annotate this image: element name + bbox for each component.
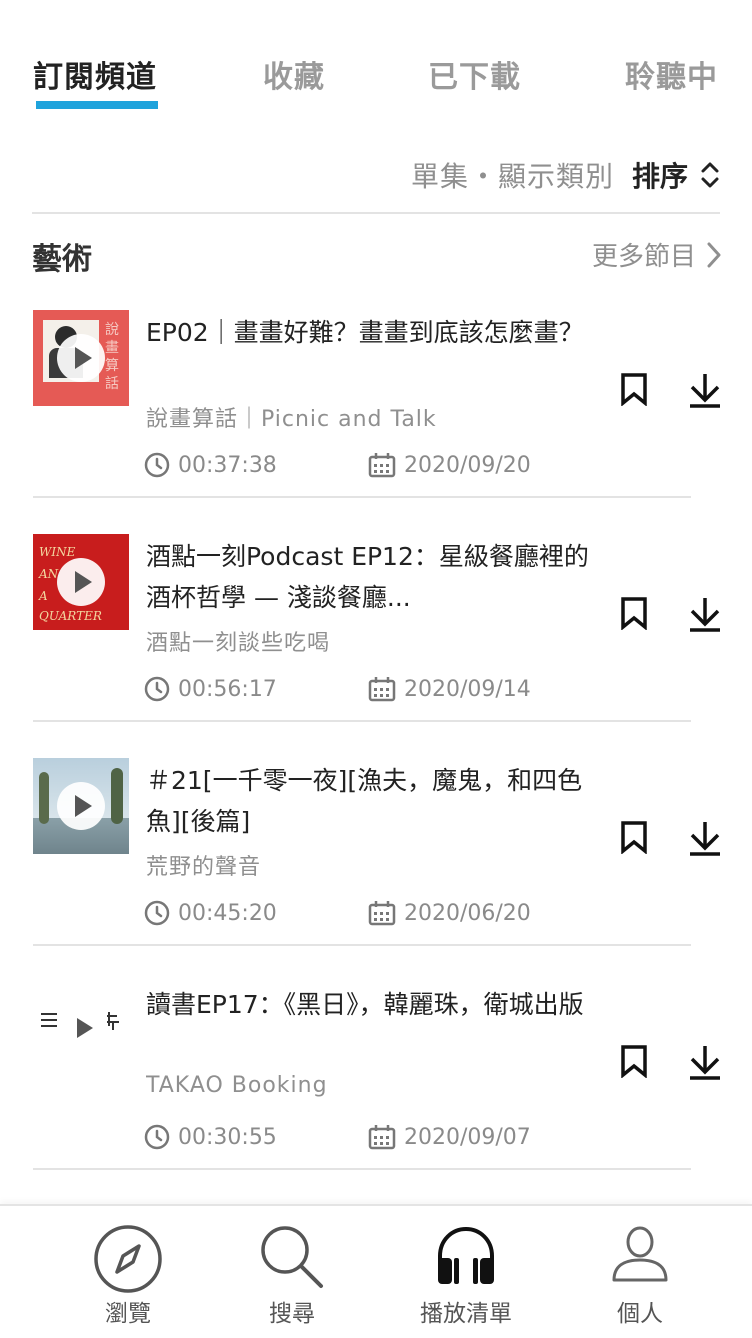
tab-listening[interactable]: 聆聽中 <box>625 52 718 96</box>
episode-duration: 00:45:20 <box>144 900 277 926</box>
bookmark-icon[interactable] <box>620 820 648 854</box>
svg-text:A: A <box>38 589 48 603</box>
play-icon[interactable] <box>57 558 105 606</box>
episode-show-name[interactable]: 說畫算話｜Picnic and Talk <box>146 401 606 433</box>
episode-date: 2020/09/07 <box>368 1124 531 1150</box>
date-text: 2020/09/14 <box>404 676 531 702</box>
nav-search[interactable]: 搜尋 <box>212 1206 372 1338</box>
play-icon[interactable] <box>57 782 105 830</box>
bookmark-icon[interactable] <box>620 1044 648 1078</box>
sort-button[interactable]: 排序 <box>632 155 688 195</box>
episode-row[interactable]: WINE AN A QUARTER 酒點一刻Podcast EP12：星級餐廳裡… <box>0 534 752 758</box>
svg-text:WINE: WINE <box>39 545 76 559</box>
clock-icon <box>144 900 170 926</box>
duration-text: 00:45:20 <box>178 900 277 926</box>
duration-text: 00:56:17 <box>178 676 277 702</box>
date-text: 2020/09/20 <box>404 452 531 478</box>
episode-date: 2020/06/20 <box>368 900 531 926</box>
episode-thumbnail[interactable] <box>33 982 129 1078</box>
episode-title[interactable]: 酒點一刻Podcast EP12：星級餐廳裡的酒杯哲學 — 淺談餐廳... <box>146 536 606 618</box>
episode-row[interactable]: 讀書EP17：《黑日》，韓麗珠，衛城出版 TAKAO Booking 00:30… <box>0 982 752 1206</box>
svg-text:QUARTER: QUARTER <box>39 609 102 623</box>
nav-search-label: 搜尋 <box>269 1301 315 1327</box>
compass-icon <box>94 1225 162 1293</box>
more-programs-label: 更多節目 <box>591 242 696 272</box>
person-icon <box>612 1226 668 1282</box>
clock-icon <box>144 676 170 702</box>
episode-thumbnail[interactable] <box>33 758 129 854</box>
clock-icon <box>144 452 170 478</box>
episode-row[interactable]: 說 畫 算 話 EP02｜畫畫好難？畫畫到底該怎麼畫？ 說畫算話｜Picnic … <box>0 310 752 534</box>
episode-title[interactable]: 讀書EP17：《黑日》，韓麗珠，衛城出版 <box>146 984 606 1025</box>
section-title: 藝術 <box>32 242 92 277</box>
date-text: 2020/09/07 <box>404 1124 531 1150</box>
episode-duration: 00:56:17 <box>144 676 277 702</box>
episode-title[interactable]: EP02｜畫畫好難？畫畫到底該怎麼畫？ <box>146 312 606 353</box>
svg-text:AN: AN <box>38 567 59 581</box>
episode-show-name[interactable]: 酒點一刻談些吃喝 <box>146 625 606 657</box>
headphones-icon <box>438 1226 494 1284</box>
svg-text:話: 話 <box>105 375 119 392</box>
nav-profile[interactable]: 個人 <box>560 1206 720 1338</box>
nav-playlist-label: 播放清單 <box>420 1301 512 1327</box>
nav-profile-label: 個人 <box>617 1301 663 1327</box>
svg-text:算: 算 <box>105 358 119 374</box>
bookmark-icon[interactable] <box>620 596 648 630</box>
download-icon[interactable] <box>688 820 722 856</box>
episode-duration: 00:30:55 <box>144 1124 277 1150</box>
episode-duration: 00:37:38 <box>144 452 277 478</box>
episode-thumbnail[interactable]: WINE AN A QUARTER <box>33 534 129 630</box>
divider <box>32 212 720 214</box>
play-icon[interactable] <box>57 334 105 382</box>
divider <box>33 720 691 722</box>
top-tab-bar: 訂閱頻道 收藏 已下載 聆聽中 <box>0 0 752 120</box>
clock-icon <box>144 1124 170 1150</box>
filter-display-category[interactable]: 單集・顯示類別 <box>411 155 614 195</box>
divider <box>33 1168 691 1170</box>
episode-date: 2020/09/20 <box>368 452 531 478</box>
download-icon[interactable] <box>688 1044 722 1080</box>
tab-favorites[interactable]: 收藏 <box>263 52 325 96</box>
download-icon[interactable] <box>688 596 722 632</box>
more-programs-link[interactable]: 更多節目 <box>592 236 722 273</box>
sort-chevrons-icon[interactable] <box>698 159 722 191</box>
nav-browse[interactable]: 瀏覽 <box>48 1206 208 1338</box>
episode-row[interactable]: ＃21[一千零一夜][漁夫，魔鬼，和四色魚][後篇] 荒野的聲音 00:45:2… <box>0 758 752 982</box>
nav-browse-label: 瀏覽 <box>105 1301 151 1327</box>
episode-title[interactable]: ＃21[一千零一夜][漁夫，魔鬼，和四色魚][後篇] <box>146 760 606 842</box>
tab-subscriptions[interactable]: 訂閱頻道 <box>33 52 157 96</box>
date-text: 2020/06/20 <box>404 900 531 926</box>
episode-date: 2020/09/14 <box>368 676 531 702</box>
takao-logo-icon <box>41 1012 119 1038</box>
calendar-icon <box>368 1125 396 1150</box>
active-tab-indicator <box>36 101 158 109</box>
episode-show-name[interactable]: TAKAO Booking <box>146 1073 606 1098</box>
divider <box>33 944 691 946</box>
divider <box>33 496 691 498</box>
download-icon[interactable] <box>688 372 722 408</box>
episode-thumbnail[interactable]: 說 畫 算 話 <box>33 310 129 406</box>
calendar-icon <box>368 677 396 702</box>
calendar-icon <box>368 453 396 478</box>
filter-sort-row: 單集・顯示類別 排序 <box>411 152 722 198</box>
search-icon <box>261 1226 323 1288</box>
nav-playlist[interactable]: 播放清單 <box>386 1206 546 1338</box>
duration-text: 00:30:55 <box>178 1124 277 1150</box>
svg-text:畫: 畫 <box>105 340 119 356</box>
calendar-icon <box>368 901 396 926</box>
episode-show-name[interactable]: 荒野的聲音 <box>146 849 606 881</box>
chevron-right-icon <box>707 242 721 267</box>
duration-text: 00:37:38 <box>178 452 277 478</box>
bottom-navigation: 瀏覽 搜尋 播放清單 個人 <box>0 1204 752 1338</box>
tab-downloaded[interactable]: 已下載 <box>428 52 521 96</box>
svg-text:說: 說 <box>105 321 119 338</box>
bookmark-icon[interactable] <box>620 372 648 406</box>
